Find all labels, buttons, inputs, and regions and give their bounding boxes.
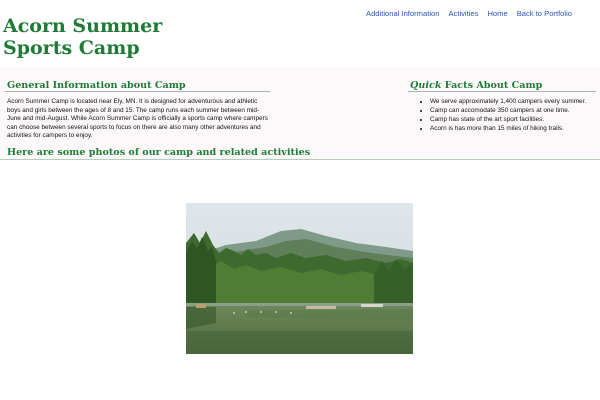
quick-fact-item: Camp can accomodate 350 campers at one t…	[430, 106, 600, 115]
quick-facts-heading: Quick Facts About Camp	[410, 80, 542, 91]
quick-fact-item: We serve approximately 1,400 campers eve…	[430, 97, 600, 106]
site-title: Acorn Summer Sports Camp	[3, 15, 163, 59]
quick-facts-heading-rest: Facts About Camp	[441, 80, 543, 91]
photos-heading: Here are some photos of our camp and rel…	[7, 147, 311, 158]
nav-link-activities[interactable]: Activities	[448, 9, 478, 18]
general-info-text: Acorn Summer Camp is located near Ely, M…	[7, 98, 268, 140]
general-info-divider	[5, 91, 270, 92]
nav-link-back-to-portfolio[interactable]: Back to Portfolio	[517, 9, 572, 18]
nav-link-additional-information[interactable]: Additional Information	[366, 9, 439, 18]
top-nav: Additional Information Activities Home B…	[366, 9, 572, 18]
quick-facts-divider	[408, 91, 596, 92]
general-info-heading: General Information about Camp	[7, 80, 186, 91]
quick-facts-heading-emphasis: Quick	[410, 80, 442, 91]
quick-fact-item: Camp has state of the art sport faciliti…	[430, 115, 600, 124]
camp-lake-photo	[186, 203, 413, 354]
quick-facts-list: We serve approximately 1,400 campers eve…	[418, 97, 600, 133]
nav-link-home[interactable]: Home	[487, 9, 507, 18]
camp-lake-photo-art	[186, 203, 413, 354]
quick-fact-item: Acorn is has more than 15 miles of hikin…	[430, 124, 600, 133]
